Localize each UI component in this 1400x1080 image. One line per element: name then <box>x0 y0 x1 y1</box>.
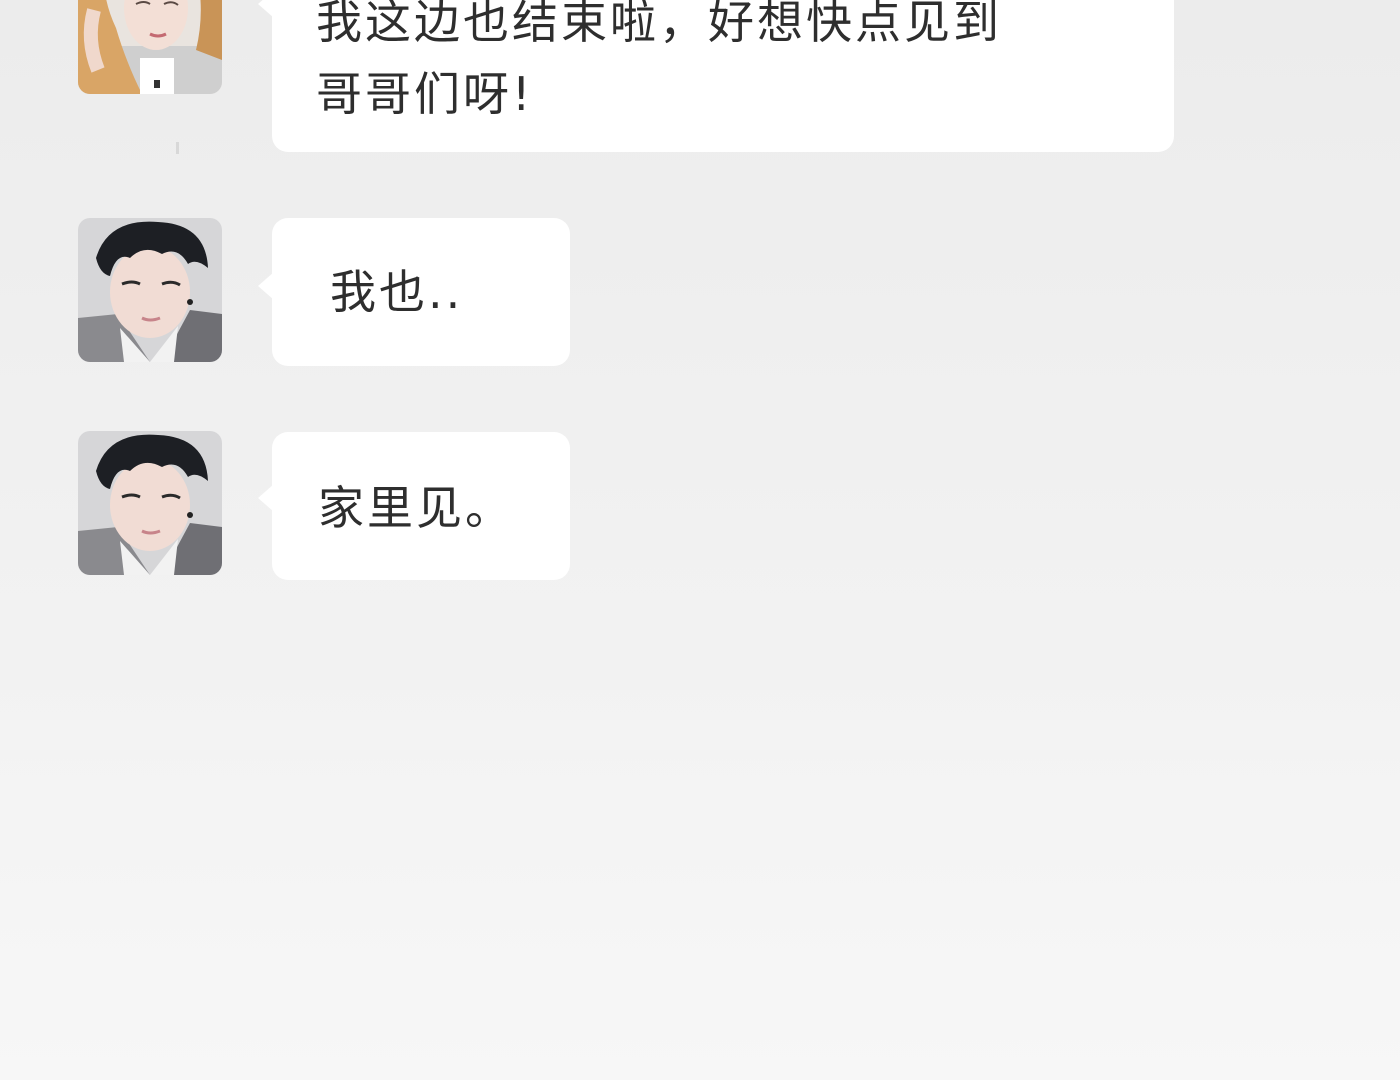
dark-haired-character-avatar-image <box>78 218 222 362</box>
message-text: 我也.. <box>330 265 464 319</box>
chat-area: 我这边也结束啦，好想快点见到 哥哥们呀! 我也.. 家里见。 <box>0 0 1400 1080</box>
message-text-line: 我这边也结束啦，好想快点见到 <box>316 0 1002 49</box>
message-text: 家里见。 <box>318 481 514 535</box>
message-bubble[interactable]: 我这边也结束啦，好想快点见到 哥哥们呀! <box>272 0 1174 152</box>
divider-mark <box>176 142 179 154</box>
avatar[interactable] <box>78 218 222 362</box>
blonde-character-avatar-image <box>78 0 222 94</box>
message-bubble[interactable]: 我也.. <box>272 218 570 366</box>
avatar[interactable] <box>78 431 222 575</box>
message-text-line: 哥哥们呀! <box>316 67 534 121</box>
message-bubble[interactable]: 家里见。 <box>272 432 570 580</box>
dark-haired-character-avatar-image <box>78 431 222 575</box>
avatar[interactable] <box>78 0 222 94</box>
